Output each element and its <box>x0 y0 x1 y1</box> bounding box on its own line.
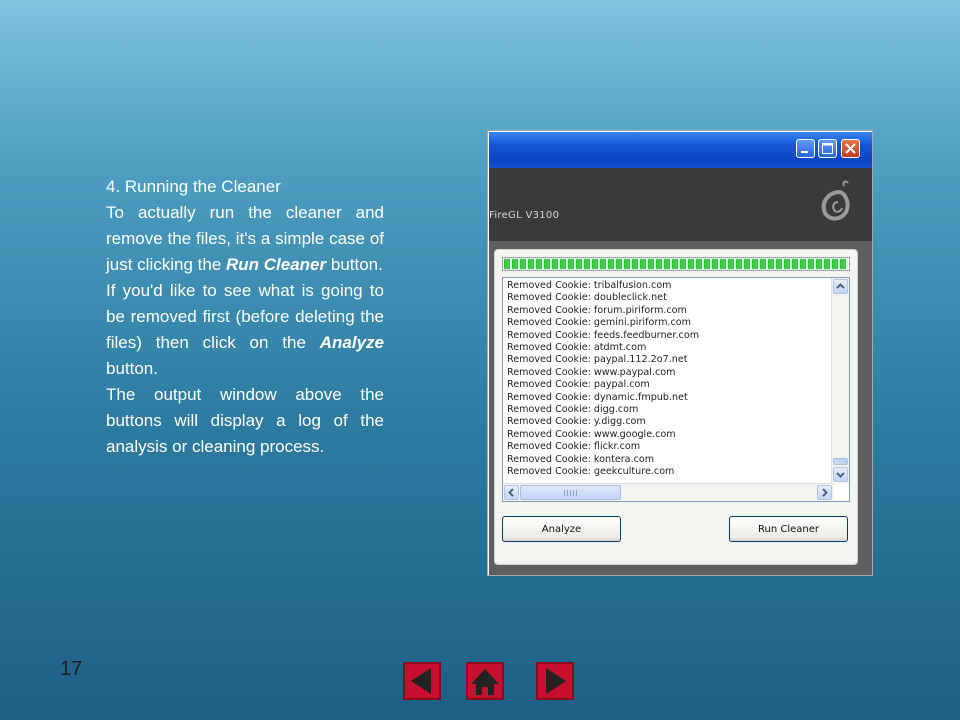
log-line: Removed Cookie: paypal.com <box>507 379 650 391</box>
previous-slide-button[interactable] <box>403 662 441 700</box>
page-number: 17 <box>60 658 83 680</box>
progress-bar <box>502 257 850 271</box>
scroll-up-button[interactable] <box>833 279 848 294</box>
close-button[interactable] <box>841 139 860 158</box>
scroll-right-button[interactable] <box>817 485 832 500</box>
vertical-scrollbar[interactable] <box>831 278 849 484</box>
analyze-paragraph: If you'd like to see what is going to be… <box>106 278 384 382</box>
close-icon <box>845 143 856 154</box>
horizontal-scroll-thumb[interactable] <box>520 485 621 500</box>
log-line: Removed Cookie: www.paypal.com <box>507 366 676 378</box>
output-window-paragraph: The output window above the buttons will… <box>106 385 384 456</box>
log-line: Removed Cookie: feeds.feedburner.com <box>507 329 700 341</box>
arrow-right-icon <box>546 668 566 694</box>
log-line: Removed Cookie: tribalfusion.com <box>507 280 672 291</box>
cleaner-panel: Removed Cookie: tribalfusion.com Removed … <box>494 249 858 565</box>
home-icon <box>471 669 499 695</box>
log-line: Removed Cookie: doubleclick.net <box>507 292 667 304</box>
arrow-left-icon <box>411 668 431 694</box>
run-cleaner-button[interactable]: Run Cleaner <box>729 516 848 542</box>
scroll-left-button[interactable] <box>504 485 519 500</box>
app-body: Removed Cookie: tribalfusion.com Removed … <box>489 241 872 575</box>
log-lines: Removed Cookie: tribalfusion.com Removed … <box>507 280 827 479</box>
section-heading: 4. Running the Cleaner <box>106 177 281 196</box>
chevron-right-icon <box>822 488 828 497</box>
output-log[interactable]: Removed Cookie: tribalfusion.com Removed … <box>502 277 850 502</box>
minimize-icon <box>801 151 808 153</box>
log-line: Removed Cookie: kontera.com <box>507 453 655 465</box>
chevron-down-icon <box>836 472 845 478</box>
paragraph-text: button. <box>106 359 158 378</box>
log-line: Removed Cookie: gemini.piriform.com <box>507 317 691 329</box>
maximize-button[interactable] <box>818 139 837 158</box>
log-line: Removed Cookie: www.google.com <box>507 428 676 440</box>
log-line: Removed Cookie: digg.com <box>507 404 639 416</box>
log-line: Removed Cookie: flickr.com <box>507 441 641 453</box>
next-slide-button[interactable] <box>536 662 574 700</box>
slide-text: 4. Running the Cleaner To actually run t… <box>106 174 384 460</box>
horizontal-scrollbar[interactable] <box>503 483 834 501</box>
system-info-label: FireGL V3100 <box>489 210 560 221</box>
paragraph-text: button. <box>326 255 383 274</box>
home-slide-button[interactable] <box>466 662 504 700</box>
run-cleaner-paragraph: To actually run the cleaner and remove t… <box>106 200 384 278</box>
analyze-button[interactable]: Analyze <box>502 516 621 542</box>
run-cleaner-emphasis: Run Cleaner <box>226 255 327 274</box>
ccleaner-window-screenshot: FireGL V3100 Removed Cookie: tribalfusio… <box>487 130 873 576</box>
log-line: Removed Cookie: atdmt.com <box>507 342 647 354</box>
window-titlebar <box>489 132 872 168</box>
vertical-scroll-thumb[interactable] <box>833 458 848 465</box>
log-line: Removed Cookie: paypal.112.2o7.net <box>507 354 688 366</box>
ccleaner-logo-icon <box>821 180 850 221</box>
scroll-grip <box>564 490 578 496</box>
log-line: Removed Cookie: y.digg.com <box>507 416 646 428</box>
progress-fill <box>504 259 848 269</box>
log-line: Removed Cookie: geekculture.com <box>507 466 675 478</box>
scroll-down-button[interactable] <box>833 467 848 482</box>
log-line: Removed Cookie: dynamic.fmpub.net <box>507 391 688 403</box>
minimize-button[interactable] <box>796 139 815 158</box>
analyze-emphasis: Analyze <box>319 333 384 352</box>
log-line: Removed Cookie: forum.piriform.com <box>507 304 687 316</box>
chevron-up-icon <box>836 283 845 289</box>
chevron-left-icon <box>508 488 514 497</box>
maximize-icon <box>822 143 833 154</box>
